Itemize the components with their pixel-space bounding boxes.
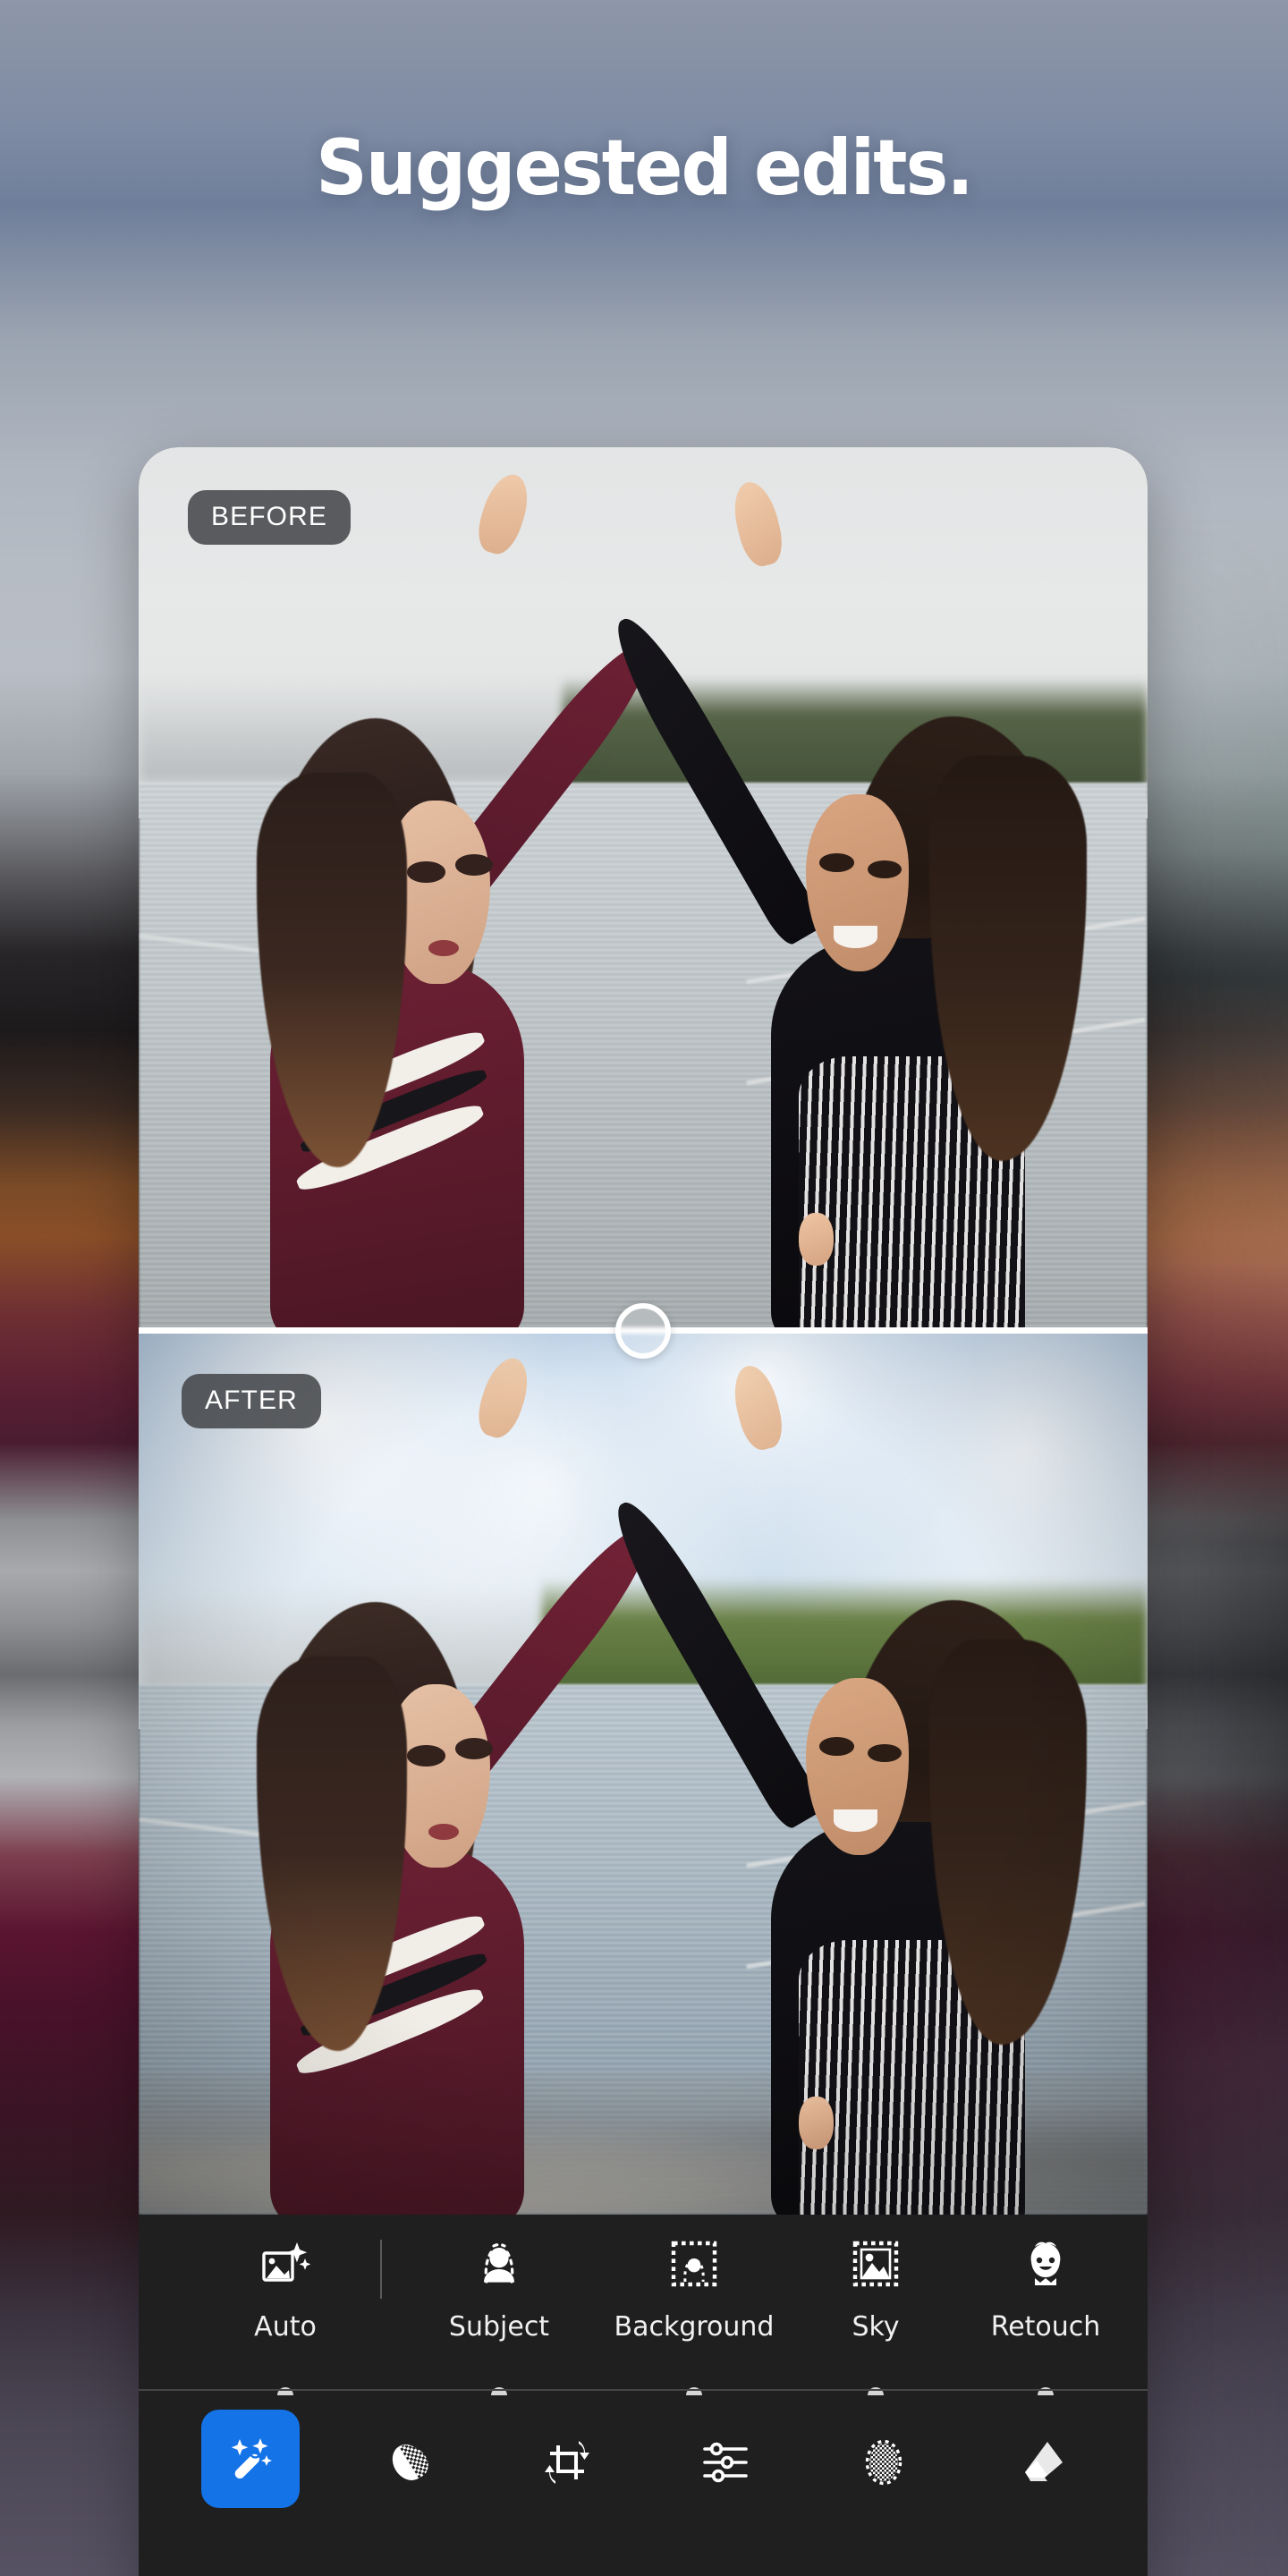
sliders-icon [701,2438,750,2487]
suggestion-auto-label: Auto [254,2311,317,2343]
sky-replace-icon [851,2236,901,2292]
phone-preview-card: BEFORE AFTER Auto Subject Background Sky… [139,447,1148,2576]
tool-blend[interactable] [360,2413,458,2512]
tool-crop[interactable] [518,2413,616,2512]
subject-select-icon [474,2236,524,2292]
blend-mode-icon [385,2438,433,2487]
suggestion-dots-row [139,2381,1148,2395]
before-person-left [250,469,666,1331]
crop-rotate-icon [543,2438,591,2487]
after-pane: AFTER [139,1331,1148,2215]
suggestion-auto[interactable]: Auto [191,2236,380,2343]
before-badge: BEFORE [188,490,351,545]
before-person-right [601,477,1088,1331]
suggestion-subject[interactable]: Subject [414,2236,584,2343]
tool-magic[interactable] [201,2410,300,2508]
suggestion-sky-label: Sky [852,2311,900,2343]
after-person-left [250,1352,666,2215]
texture-icon [860,2438,908,2487]
editor-tool-panel: Auto Subject Background Sky Retouch [139,2215,1148,2576]
before-photo [139,447,1148,1331]
suggestion-retouch-label: Retouch [990,2311,1101,2343]
page-title: Suggested edits. [316,123,974,213]
eraser-icon [1018,2438,1066,2487]
suggestion-subject-label: Subject [448,2311,550,2343]
panel-divider [139,2389,1148,2391]
compare-slider-handle[interactable] [615,1303,671,1359]
auto-enhance-icon [260,2236,310,2292]
suggestion-retouch[interactable]: Retouch [947,2236,1144,2343]
suggestion-background[interactable]: Background [584,2236,804,2343]
suggestion-sky[interactable]: Sky [804,2236,947,2343]
after-photo [139,1331,1148,2215]
tool-eraser[interactable] [993,2413,1091,2512]
after-badge: AFTER [182,1374,321,1428]
retouch-face-icon [1021,2236,1071,2292]
tool-adjust[interactable] [676,2413,775,2512]
after-person-right [601,1360,1088,2215]
suggestion-separator [380,2240,382,2299]
magic-wand-icon [226,2435,275,2483]
tool-texture[interactable] [835,2413,933,2512]
suggested-edits-row: Auto Subject Background Sky Retouch [139,2215,1148,2386]
before-pane: BEFORE [139,447,1148,1331]
background-select-icon [669,2236,719,2292]
bottom-toolbar [139,2404,1148,2547]
suggestion-background-label: Background [614,2311,775,2343]
